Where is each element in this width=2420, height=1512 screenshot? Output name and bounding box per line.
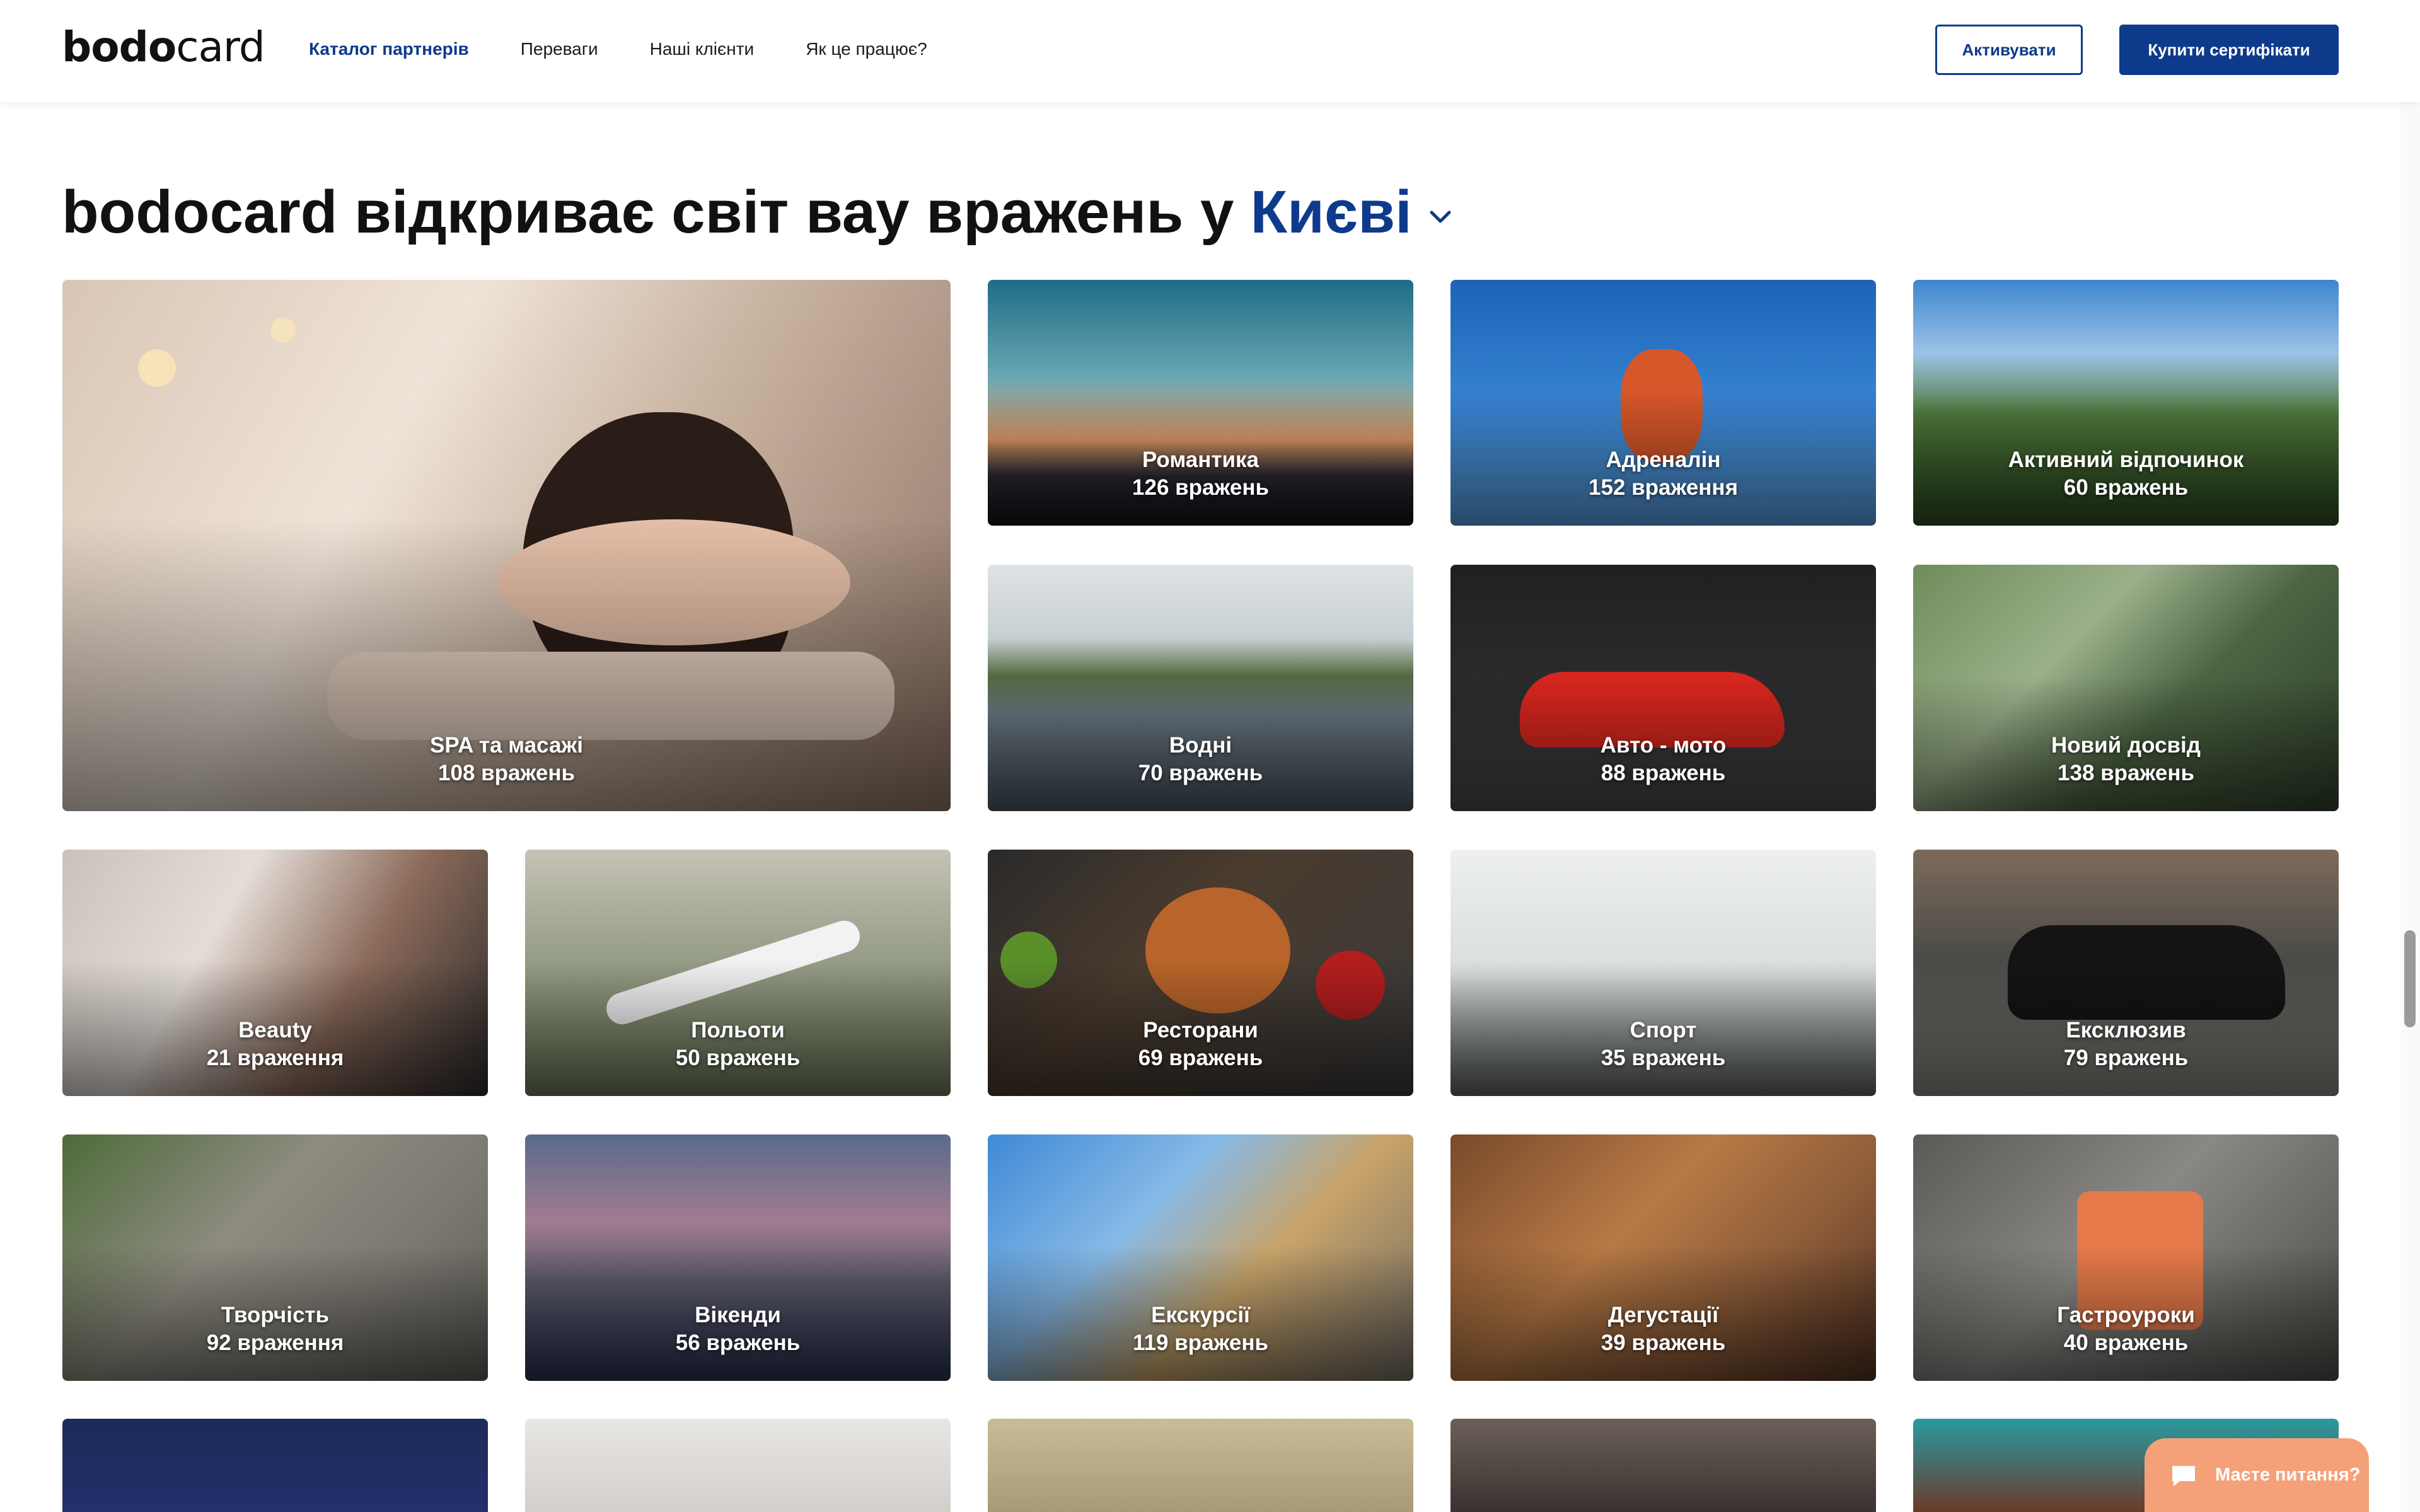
tile-caption: Адреналін 152 враження bbox=[1450, 446, 1876, 502]
category-tile-cooking-classes[interactable]: Гастроуроки 40 вражень bbox=[1913, 1134, 2339, 1381]
tile-count: 79 вражень bbox=[2063, 1046, 2189, 1070]
page-title-text: bodocard відкриває світ вау вражень у bbox=[62, 178, 1234, 246]
category-tile-tastings[interactable]: Дегустації 39 вражень bbox=[1450, 1134, 1876, 1381]
tile-caption: Авто - мото 88 вражень bbox=[1450, 732, 1876, 787]
tile-title: Beauty bbox=[238, 1018, 312, 1042]
nav-item-benefits[interactable]: Переваги bbox=[521, 39, 598, 59]
tile-title: Активний відпочинок bbox=[2008, 447, 2244, 472]
tile-title: Творчість bbox=[221, 1303, 330, 1327]
tile-title: Екскурсії bbox=[1151, 1303, 1250, 1327]
tile-title: Гастроуроки bbox=[2057, 1303, 2195, 1327]
tile-count: 152 враження bbox=[1588, 475, 1738, 500]
tile-caption: SPA та масажі 108 вражень bbox=[62, 732, 951, 787]
category-tile-excursions[interactable]: Екскурсії 119 вражень bbox=[988, 1134, 1413, 1381]
tile-title: Авто - мото bbox=[1600, 733, 1727, 758]
tile-count: 70 вражень bbox=[1138, 761, 1263, 785]
page-title: bodocard відкриває світ вау вражень у Ки… bbox=[62, 178, 1451, 247]
category-tile-weekends[interactable]: Вікенди 56 вражень bbox=[525, 1134, 951, 1381]
category-tile-auto-moto[interactable]: Авто - мото 88 вражень bbox=[1450, 565, 1876, 811]
tile-caption: Ресторани 69 вражень bbox=[988, 1017, 1413, 1072]
category-tile-shopping[interactable] bbox=[1450, 1419, 1876, 1512]
tile-caption: Новий досвід 138 вражень bbox=[1913, 732, 2339, 787]
tile-title: Ресторани bbox=[1143, 1018, 1258, 1042]
tile-count: 69 вражень bbox=[1138, 1046, 1263, 1070]
tile-caption: Польоти 50 вражень bbox=[525, 1017, 951, 1072]
tile-count: 138 вражень bbox=[2058, 761, 2194, 785]
tile-caption: Вікенди 56 вражень bbox=[525, 1301, 951, 1357]
category-tile-flights[interactable]: Польоти 50 вражень bbox=[525, 850, 951, 1096]
tile-count: 50 вражень bbox=[675, 1046, 801, 1070]
category-tile-photoshoot[interactable] bbox=[525, 1419, 951, 1512]
tile-count: 60 вражень bbox=[2063, 475, 2189, 500]
nav-item-catalog[interactable]: Каталог партнерів bbox=[309, 39, 469, 59]
chat-button[interactable]: Маєте питання? bbox=[2145, 1438, 2369, 1512]
tile-caption: Творчість 92 враження bbox=[62, 1301, 488, 1357]
chevron-down-icon[interactable] bbox=[1430, 210, 1451, 224]
tile-count: 21 враження bbox=[206, 1046, 344, 1070]
chat-label: Маєте питання? bbox=[2215, 1465, 2361, 1485]
tile-count: 126 вражень bbox=[1132, 475, 1269, 500]
chat-bubble-icon bbox=[2172, 1465, 2195, 1486]
tile-caption: Спорт 35 вражень bbox=[1450, 1017, 1876, 1072]
tile-title: Адреналін bbox=[1606, 447, 1721, 472]
tile-count: 39 вражень bbox=[1601, 1330, 1726, 1355]
tile-caption: Дегустації 39 вражень bbox=[1450, 1301, 1876, 1357]
tile-title: Романтика bbox=[1142, 447, 1259, 472]
tile-caption: Романтика 126 вражень bbox=[988, 446, 1413, 502]
logo-bold: bodo bbox=[62, 23, 177, 71]
tile-title: Спорт bbox=[1630, 1018, 1697, 1042]
tile-title: Дегустації bbox=[1607, 1303, 1719, 1327]
tile-title: Вікенди bbox=[695, 1303, 781, 1327]
scrollbar-track[interactable] bbox=[2400, 0, 2420, 1512]
tile-count: 40 вражень bbox=[2063, 1330, 2189, 1355]
main-nav: Каталог партнерів Переваги Наші клієнти … bbox=[309, 39, 979, 59]
category-tile-shooting[interactable] bbox=[988, 1419, 1413, 1512]
category-tile-restaurants[interactable]: Ресторани 69 вражень bbox=[988, 850, 1413, 1096]
tile-title: Водні bbox=[1169, 733, 1232, 758]
category-tile-romance[interactable]: Романтика 126 вражень bbox=[988, 280, 1413, 526]
scrollbar-thumb[interactable] bbox=[2404, 930, 2416, 1027]
nav-item-how-it-works[interactable]: Як це працює? bbox=[806, 39, 927, 59]
tile-caption: Водні 70 вражень bbox=[988, 732, 1413, 787]
tile-caption: Beauty 21 враження bbox=[62, 1017, 488, 1072]
category-tile-water[interactable]: Водні 70 вражень bbox=[988, 565, 1413, 811]
tile-caption: Гастроуроки 40 вражень bbox=[1913, 1301, 2339, 1357]
category-tile-vr[interactable] bbox=[62, 1419, 488, 1512]
site-header: bodocard Каталог партнерів Переваги Наші… bbox=[0, 0, 2420, 102]
activate-button[interactable]: Активувати bbox=[1935, 25, 2083, 75]
nav-item-clients[interactable]: Наші клієнти bbox=[650, 39, 755, 59]
logo[interactable]: bodocard bbox=[62, 23, 265, 71]
category-tile-new-experience[interactable]: Новий досвід 138 вражень bbox=[1913, 565, 2339, 811]
category-tile-exclusive[interactable]: Ексклюзив 79 вражень bbox=[1913, 850, 2339, 1096]
category-tile-adrenaline[interactable]: Адреналін 152 враження bbox=[1450, 280, 1876, 526]
tile-count: 119 вражень bbox=[1132, 1330, 1269, 1355]
city-selector[interactable]: Києві bbox=[1250, 178, 1411, 247]
tile-title: Новий досвід bbox=[2051, 733, 2201, 758]
tile-title: SPA та масажі bbox=[430, 733, 583, 758]
tile-count: 88 вражень bbox=[1601, 761, 1726, 785]
tile-title: Ексклюзив bbox=[2066, 1018, 2186, 1042]
tile-count: 92 враження bbox=[206, 1330, 344, 1355]
tile-title: Польоти bbox=[691, 1018, 785, 1042]
buy-certificates-button[interactable]: Купити сертифікати bbox=[2119, 25, 2339, 75]
tile-caption: Ексклюзив 79 вражень bbox=[1913, 1017, 2339, 1072]
logo-regular: card bbox=[176, 23, 265, 71]
category-tile-creativity[interactable]: Творчість 92 враження bbox=[62, 1134, 488, 1381]
tile-count: 56 вражень bbox=[675, 1330, 801, 1355]
category-tile-beauty[interactable]: Beauty 21 враження bbox=[62, 850, 488, 1096]
category-tile-active-rest[interactable]: Активний відпочинок 60 вражень bbox=[1913, 280, 2339, 526]
category-tile-spa[interactable]: SPA та масажі 108 вражень bbox=[62, 280, 951, 811]
tile-caption: Активний відпочинок 60 вражень bbox=[1913, 446, 2339, 502]
tile-caption: Екскурсії 119 вражень bbox=[988, 1301, 1413, 1357]
tile-count: 35 вражень bbox=[1601, 1046, 1726, 1070]
category-tile-sport[interactable]: Спорт 35 вражень bbox=[1450, 850, 1876, 1096]
tile-count: 108 вражень bbox=[438, 761, 575, 785]
